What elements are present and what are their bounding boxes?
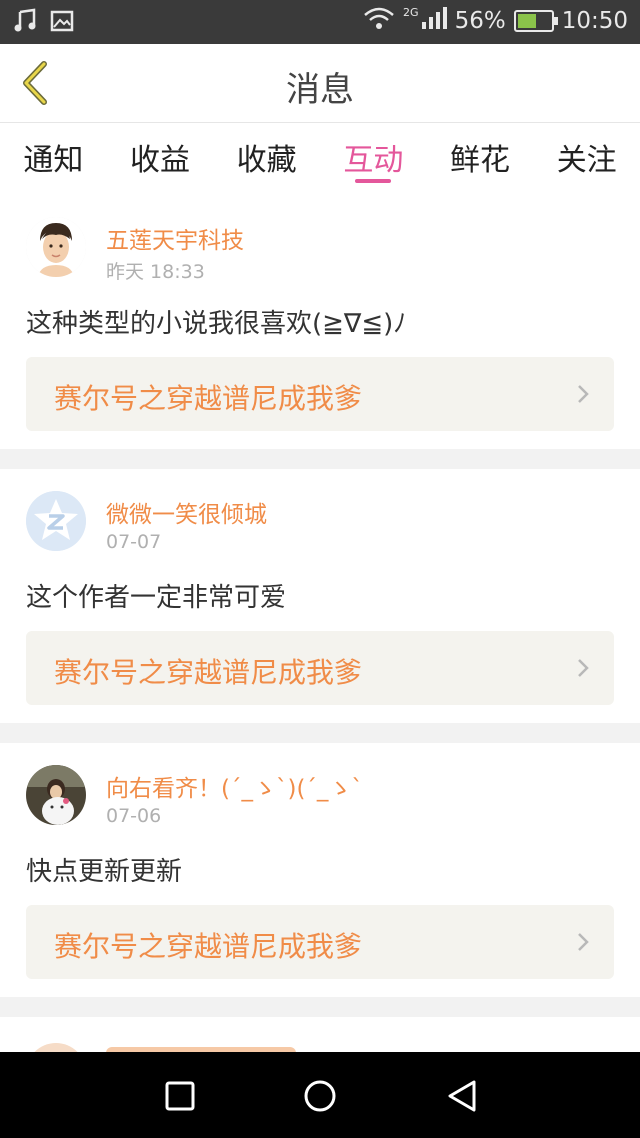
username[interactable]: 五莲天宇科技 — [106, 221, 244, 255]
username[interactable]: 微微一笑很倾城 — [106, 495, 267, 529]
tab-favorites[interactable]: 收藏 — [213, 123, 320, 193]
message-list: 五莲天宇科技 昨天 18:33 这种类型的小说我很喜欢(≧∇≦)ﾉ 赛尔号之穿越… — [0, 195, 640, 1077]
divider — [0, 449, 640, 469]
book-title: 赛尔号之穿越谱尼成我爹 — [54, 656, 363, 689]
message-text: 这种类型的小说我很喜欢(≧∇≦)ﾉ — [26, 309, 407, 339]
message-text: 这个作者一定非常可爱 — [26, 583, 287, 613]
tab-label: 关注 — [556, 143, 617, 178]
avatar[interactable] — [26, 217, 86, 277]
tab-following[interactable]: 关注 — [533, 123, 640, 193]
avatar[interactable] — [26, 765, 86, 825]
network-type: 2G — [403, 5, 419, 19]
timestamp: 07-07 — [106, 531, 162, 553]
navigation-bar — [0, 1052, 640, 1138]
page-title: 消息 — [286, 70, 354, 110]
book-title: 赛尔号之穿越谱尼成我爹 — [54, 382, 363, 415]
signal-icon — [421, 6, 447, 36]
message-text: 快点更新更新 — [26, 857, 183, 887]
recent-apps-icon — [165, 1081, 195, 1111]
image-icon — [50, 9, 74, 37]
photo-avatar-icon — [26, 765, 86, 825]
active-tab-indicator — [355, 179, 392, 183]
timestamp: 07-06 — [106, 805, 162, 827]
wifi-icon — [363, 6, 395, 36]
boy-avatar-icon — [26, 217, 86, 277]
divider — [0, 723, 640, 743]
battery-icon — [513, 10, 558, 32]
header: 消息 — [0, 44, 640, 123]
book-link[interactable]: 赛尔号之穿越谱尼成我爹 — [26, 631, 614, 705]
tab-flowers[interactable]: 鲜花 — [427, 123, 534, 193]
tab-label: 收藏 — [236, 143, 297, 178]
avatar[interactable] — [26, 491, 86, 551]
tab-label: 收益 — [130, 143, 190, 178]
tab-label: 鲜花 — [450, 143, 511, 178]
message-card: 五莲天宇科技 昨天 18:33 这种类型的小说我很喜欢(≧∇≦)ﾉ 赛尔号之穿越… — [0, 195, 640, 449]
book-title: 赛尔号之穿越谱尼成我爹 — [54, 930, 363, 963]
chevron-right-icon — [578, 933, 589, 951]
message-card: 向右看齐！(´_ゝ`)(´_ゝ` 07-06 快点更新更新 赛尔号之穿越谱尼成我… — [0, 743, 640, 997]
music-icon — [14, 8, 38, 38]
message-card: 微微一笑很倾城 07-07 这个作者一定非常可爱 赛尔号之穿越谱尼成我爹 — [0, 469, 640, 723]
book-link[interactable]: 赛尔号之穿越谱尼成我爹 — [26, 905, 614, 979]
tab-notifications[interactable]: 通知 — [0, 123, 107, 193]
tab-label: 互动 — [343, 143, 404, 178]
tab-bar: 通知 收益 收藏 互动 鲜花 关注 — [0, 123, 640, 193]
timestamp: 昨天 18:33 — [106, 261, 205, 283]
username[interactable]: 向右看齐！(´_ゝ`)(´_ゝ` — [106, 769, 363, 803]
divider — [0, 997, 640, 1017]
tab-label: 通知 — [23, 143, 84, 178]
home-button[interactable] — [300, 1076, 340, 1116]
book-link[interactable]: 赛尔号之穿越谱尼成我爹 — [26, 357, 614, 431]
recent-apps-button[interactable] — [160, 1076, 200, 1116]
default-avatar-icon — [26, 491, 86, 551]
tab-earnings[interactable]: 收益 — [107, 123, 214, 193]
tab-interaction[interactable]: 互动 — [320, 123, 427, 193]
home-icon — [304, 1080, 336, 1112]
status-bar: 2G 56% 10:50 — [0, 0, 640, 44]
battery-percent: 56% — [454, 8, 506, 34]
back-nav-button[interactable] — [442, 1076, 482, 1116]
chevron-right-icon — [578, 659, 589, 677]
clock: 10:50 — [561, 8, 628, 34]
back-icon — [448, 1080, 476, 1112]
chevron-right-icon — [578, 385, 589, 403]
